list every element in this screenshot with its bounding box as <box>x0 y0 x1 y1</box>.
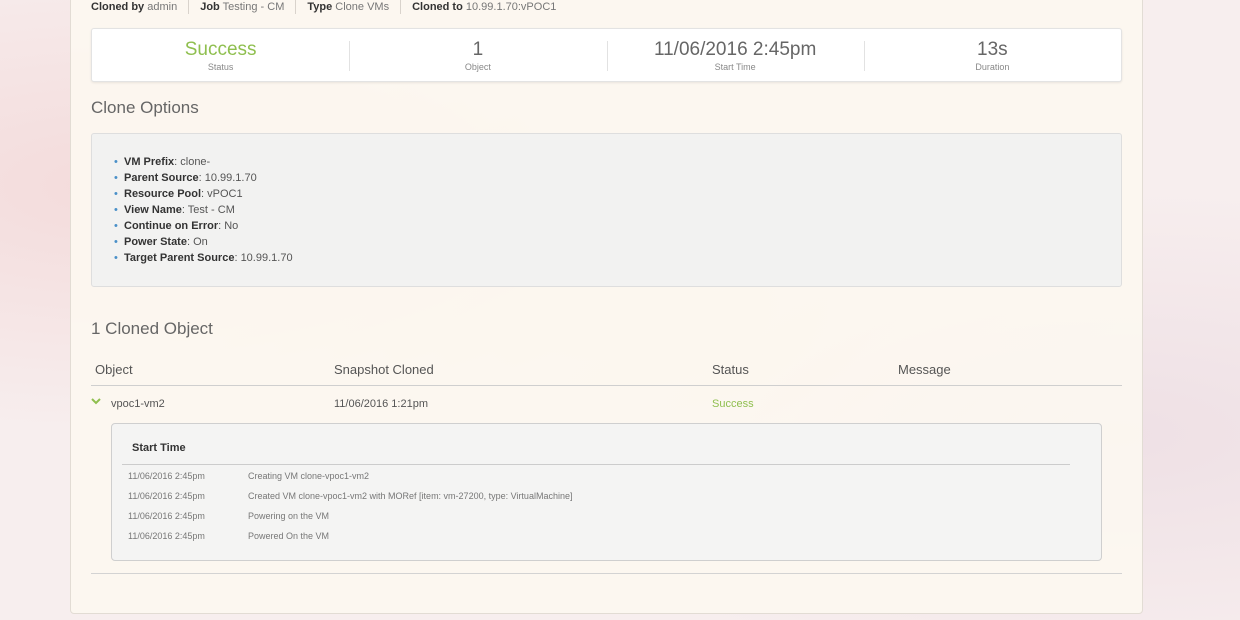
clone-options-list: VM Prefix: clone- Parent Source: 10.99.1… <box>112 154 1121 266</box>
meta-type: Type Clone VMs <box>295 0 400 14</box>
meta-job: Job Testing - CM <box>188 0 295 14</box>
meta-cloned-by: Cloned by admin <box>91 1 178 13</box>
column-header-status[interactable]: Status <box>712 362 749 377</box>
option-power-state: Power State: On <box>112 234 1121 250</box>
option-resource-pool: Resource Pool: vPOC1 <box>112 186 1121 202</box>
summary-stats: Success Status 1 Object 11/06/2016 2:45p… <box>91 28 1122 82</box>
row-snapshot: 11/06/2016 1:21pm <box>334 398 428 410</box>
column-header-snapshot[interactable]: Snapshot Cloned <box>334 362 434 377</box>
stat-status: Success Status <box>184 39 257 72</box>
column-header-object[interactable]: Object <box>95 362 133 377</box>
clone-options-title: Clone Options <box>91 98 199 117</box>
clone-meta-bar: Cloned by admin Job Testing - CM Type Cl… <box>91 0 567 14</box>
stat-duration: 13s Duration <box>863 29 1121 81</box>
meta-cloned-to: Cloned to 10.99.1.70:vPOC1 <box>400 0 567 14</box>
log-header-start-time: Start Time <box>132 442 186 454</box>
option-target-parent-source: Target Parent Source: 10.99.1.70 <box>112 250 1121 266</box>
cloned-objects-title: 1 Cloned Object <box>91 319 213 338</box>
clone-options-box: VM Prefix: clone- Parent Source: 10.99.1… <box>91 133 1122 287</box>
cloned-objects-header: Object Snapshot Cloned Status Message <box>91 361 1122 386</box>
option-view-name: View Name: Test - CM <box>112 202 1121 218</box>
column-header-message[interactable]: Message <box>898 362 951 377</box>
stat-object-count: 1 Object <box>349 29 606 81</box>
task-log-panel: Start Time 11/06/2016 2:45pm Creating VM… <box>111 423 1102 561</box>
stat-start-time: 11/06/2016 2:45pm Start Time <box>606 29 864 81</box>
log-header-divider <box>122 464 1070 465</box>
table-row[interactable]: vpoc1-vm2 11/06/2016 1:21pm Success <box>91 396 1122 414</box>
row-status: Success <box>712 398 754 410</box>
table-bottom-divider <box>91 573 1122 574</box>
option-vm-prefix: VM Prefix: clone- <box>112 154 1121 170</box>
chevron-down-icon[interactable] <box>91 396 101 408</box>
option-continue-on-error: Continue on Error: No <box>112 218 1121 234</box>
row-object-name: vpoc1-vm2 <box>111 398 165 410</box>
option-parent-source: Parent Source: 10.99.1.70 <box>112 170 1121 186</box>
